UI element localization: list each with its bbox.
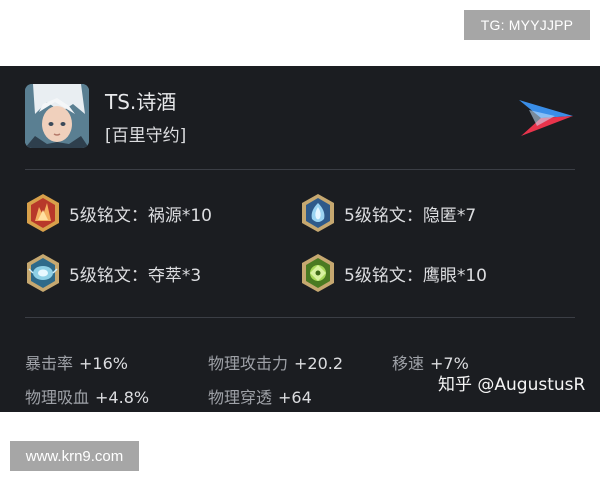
hero-name: [百里守约] — [105, 126, 187, 146]
stat-physical-attack: 物理攻击力 +20.2 — [208, 350, 343, 374]
rune-item: 5级铭文：鹰眼*10 — [300, 253, 487, 293]
stat-value: +64 — [278, 388, 312, 407]
rune-item: 5级铭文：夺萃*3 — [25, 253, 201, 293]
rune-label: 5级铭文：夺萃*3 — [69, 265, 202, 286]
stat-lifesteal: 物理吸血 +4.8% — [25, 384, 149, 408]
rune-blue-icon — [302, 194, 334, 232]
stat-value: +20.2 — [294, 354, 344, 373]
divider — [25, 169, 575, 170]
rune-item: 5级铭文：祸源*10 — [25, 193, 212, 233]
stat-label: 物理穿透 — [208, 388, 273, 407]
stat-value: +4.8% — [95, 388, 150, 407]
watermark-top: TG: MYYJJPP — [464, 10, 590, 40]
rune-red-icon — [27, 194, 59, 232]
rune-card: TS.诗酒 [百里守约] 5级铭文：祸源*10 5级铭文：隐匿*7 5级铭文：夺… — [0, 66, 600, 412]
game-logo-icon — [515, 96, 575, 140]
watermark-bottom: www.krn9.com — [10, 441, 139, 471]
stat-label: 移速 — [392, 354, 425, 373]
rune-blue-icon — [27, 254, 59, 292]
author-credit: 知乎 @AugustusR — [438, 375, 586, 395]
stat-crit-rate: 暴击率 +16% — [25, 350, 128, 374]
hero-avatar — [25, 84, 89, 148]
rune-item: 5级铭文：隐匿*7 — [300, 193, 476, 233]
rune-green-icon — [302, 254, 334, 292]
stat-value: +16% — [79, 354, 128, 373]
rune-label: 5级铭文：鹰眼*10 — [344, 265, 487, 286]
divider — [25, 317, 575, 318]
stat-label: 物理攻击力 — [208, 354, 289, 373]
stat-label: 暴击率 — [25, 354, 74, 373]
stat-penetration: 物理穿透 +64 — [208, 384, 312, 408]
stat-label: 物理吸血 — [25, 388, 90, 407]
rune-label: 5级铭文：祸源*10 — [69, 205, 212, 226]
rune-label: 5级铭文：隐匿*7 — [344, 205, 477, 226]
player-name: TS.诗酒 — [105, 90, 177, 114]
